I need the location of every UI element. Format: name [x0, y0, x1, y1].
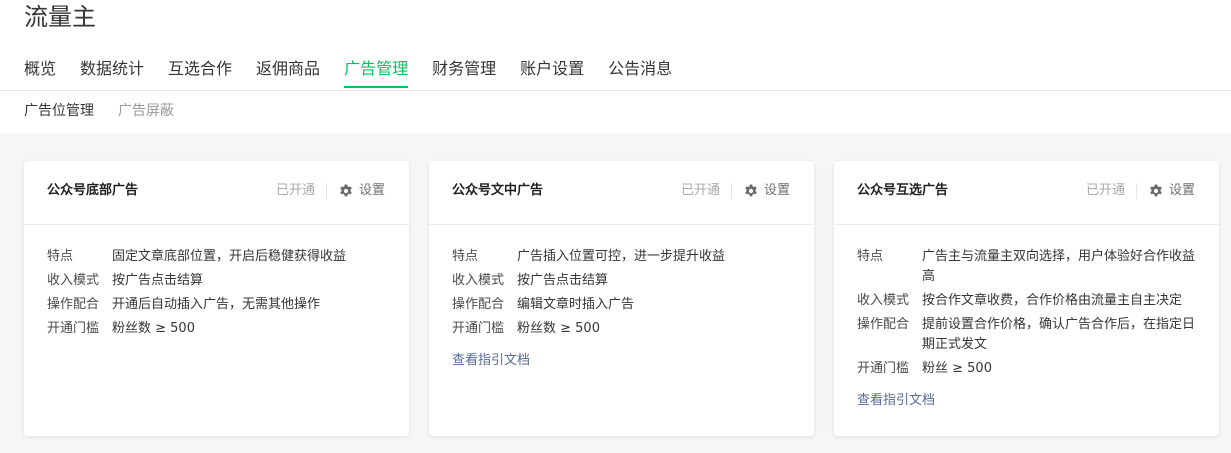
row-value: 粉丝 ≥ 500	[922, 361, 992, 376]
row-value: 提前设置合作价格，确认广告合作后，在指定日期正式发文	[922, 317, 1196, 352]
row-feature: 特点 固定文章底部位置，开启后稳健获得收益	[47, 247, 389, 267]
gear-icon	[340, 184, 352, 197]
card-header: 公众号文中广告 已开通 设置	[429, 161, 814, 225]
row-key: 特点	[47, 249, 74, 264]
row-value: 按合作文章收费，合作价格由流量主自主决定	[922, 293, 1183, 308]
row-value: 粉丝数 ≥ 500	[517, 321, 600, 336]
divider	[1136, 183, 1137, 199]
row-operation: 操作配合 开通后自动插入广告，无需其他操作	[47, 295, 389, 315]
row-threshold: 开通门槛 粉丝数 ≥ 500	[47, 319, 389, 339]
tab-account-settings[interactable]: 账户设置	[520, 58, 584, 88]
ad-card-bottom: 公众号底部广告 已开通 设置 特点 固定文章底部位置，开启后稳健获得收益 收入模…	[24, 161, 409, 436]
row-income-model: 收入模式 按广告点击结算	[452, 271, 794, 291]
row-key: 收入模式	[452, 273, 505, 288]
card-body: 特点 广告插入位置可控，进一步提升收益 收入模式 按广告点击结算 操作配合 编辑…	[452, 247, 794, 371]
sub-nav: 广告位管理 广告屏蔽	[24, 101, 198, 121]
card-title: 公众号互选广告	[857, 183, 949, 198]
divider	[731, 183, 732, 199]
subtab-ad-blocking[interactable]: 广告屏蔽	[118, 101, 174, 121]
row-threshold: 开通门槛 粉丝 ≥ 500	[857, 359, 1199, 379]
card-body: 特点 广告主与流量主双向选择，用户体验好合作收益高 收入模式 按合作文章收费，合…	[857, 247, 1199, 411]
status-badge: 已开通	[1085, 183, 1125, 198]
tab-ad-management[interactable]: 广告管理	[344, 58, 409, 88]
row-value: 固定文章底部位置，开启后稳健获得收益	[112, 249, 347, 264]
tab-rebate-products[interactable]: 返佣商品	[256, 58, 320, 88]
row-threshold: 开通门槛 粉丝数 ≥ 500	[452, 319, 794, 339]
row-value: 编辑文章时插入广告	[517, 297, 635, 312]
row-value: 粉丝数 ≥ 500	[112, 321, 195, 336]
row-key: 操作配合	[857, 317, 910, 332]
guide-doc-link[interactable]: 查看指引文档	[857, 391, 935, 411]
card-title: 公众号底部广告	[47, 183, 139, 198]
row-key: 特点	[452, 249, 479, 264]
subtab-ad-slot-management[interactable]: 广告位管理	[24, 101, 94, 121]
card-header: 公众号底部广告 已开通 设置	[24, 161, 409, 225]
row-income-model: 收入模式 按广告点击结算	[47, 271, 389, 291]
tab-finance[interactable]: 财务管理	[432, 58, 496, 88]
status-badge: 已开通	[680, 183, 720, 198]
row-operation: 操作配合 编辑文章时插入广告	[452, 295, 794, 315]
row-value: 开通后自动插入广告，无需其他操作	[112, 297, 321, 312]
page-title: 流量主	[24, 3, 96, 31]
gear-icon	[1150, 184, 1162, 197]
settings-label: 设置	[763, 183, 790, 198]
card-title: 公众号文中广告	[452, 183, 544, 198]
row-key: 开通门槛	[47, 321, 100, 336]
row-operation: 操作配合 提前设置合作价格，确认广告合作后，在指定日期正式发文	[857, 315, 1199, 355]
card-header: 公众号互选广告 已开通 设置	[834, 161, 1219, 225]
row-value: 按广告点击结算	[517, 273, 609, 288]
settings-button[interactable]: 设置	[744, 181, 790, 201]
sub-nav-bar: 广告位管理 广告屏蔽	[0, 91, 1231, 133]
settings-label: 设置	[358, 183, 385, 198]
tab-mutual-selection[interactable]: 互选合作	[168, 58, 232, 88]
gear-icon	[745, 184, 757, 197]
row-value: 广告插入位置可控，进一步提升收益	[517, 249, 726, 264]
main-nav: 概览 数据统计 互选合作 返佣商品 广告管理 财务管理 账户设置 公告消息	[24, 58, 696, 88]
tab-data-statistics[interactable]: 数据统计	[80, 58, 144, 88]
settings-label: 设置	[1168, 183, 1195, 198]
card-body: 特点 固定文章底部位置，开启后稳健获得收益 收入模式 按广告点击结算 操作配合 …	[47, 247, 389, 343]
row-key: 开通门槛	[452, 321, 505, 336]
row-income-model: 收入模式 按合作文章收费，合作价格由流量主自主决定	[857, 291, 1199, 311]
row-key: 操作配合	[47, 297, 100, 312]
row-key: 收入模式	[47, 273, 100, 288]
row-key: 特点	[857, 249, 884, 264]
tab-announcements[interactable]: 公告消息	[608, 58, 672, 88]
ad-card-mutual-selection: 公众号互选广告 已开通 设置 特点 广告主与流量主双向选择，用户体验好合作收益高…	[834, 161, 1219, 436]
row-key: 操作配合	[452, 297, 505, 312]
status-badge: 已开通	[275, 183, 315, 198]
settings-button[interactable]: 设置	[339, 181, 385, 201]
row-value: 广告主与流量主双向选择，用户体验好合作收益高	[922, 249, 1196, 284]
ad-card-in-article: 公众号文中广告 已开通 设置 特点 广告插入位置可控，进一步提升收益 收入模式 …	[429, 161, 814, 436]
tab-overview[interactable]: 概览	[24, 58, 56, 88]
guide-doc-link[interactable]: 查看指引文档	[452, 351, 530, 371]
row-key: 开通门槛	[857, 361, 910, 376]
row-feature: 特点 广告主与流量主双向选择，用户体验好合作收益高	[857, 247, 1199, 287]
row-value: 按广告点击结算	[112, 273, 204, 288]
settings-button[interactable]: 设置	[1149, 181, 1195, 201]
divider	[326, 183, 327, 199]
row-key: 收入模式	[857, 293, 910, 308]
row-feature: 特点 广告插入位置可控，进一步提升收益	[452, 247, 794, 267]
top-header: 流量主 概览 数据统计 互选合作 返佣商品 广告管理 财务管理 账户设置 公告消…	[0, 0, 1231, 91]
